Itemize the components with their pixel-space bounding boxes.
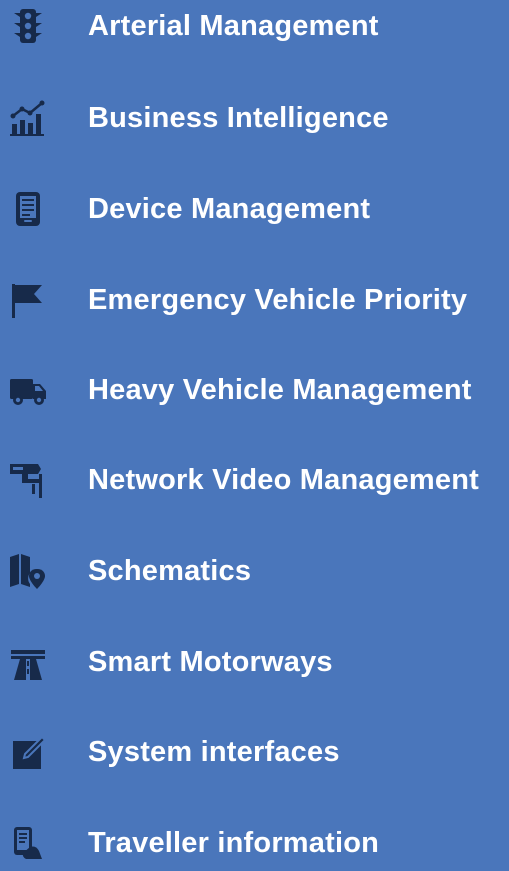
solutions-menu: Arterial Management Business Intelligenc… [0,0,509,866]
bar-chart-trend-icon [8,98,48,138]
menu-item-label: Arterial Management [88,10,379,42]
menu-item-network-video-management[interactable]: Network Video Management [0,452,509,508]
menu-item-business-intelligence[interactable]: Business Intelligence [0,90,509,146]
tablet-device-icon [8,189,48,229]
menu-item-label: Heavy Vehicle Management [88,374,472,406]
menu-item-label: Traveller information [88,827,380,859]
hand-device-icon [8,823,48,863]
menu-item-label: Business Intelligence [88,102,389,134]
edit-square-icon [8,732,48,772]
truck-icon [8,370,48,410]
security-camera-icon [8,460,48,500]
motorway-icon [8,642,48,682]
menu-item-smart-motorways[interactable]: Smart Motorways [0,634,509,690]
menu-item-device-management[interactable]: Device Management [0,181,509,237]
menu-item-arterial-management[interactable]: Arterial Management [0,0,509,54]
menu-item-label: Device Management [88,193,371,225]
menu-item-label: Smart Motorways [88,646,333,678]
menu-item-traveller-information[interactable]: Traveller information [0,815,509,871]
menu-item-schematics[interactable]: Schematics [0,543,509,599]
map-pin-icon [8,551,48,591]
menu-item-emergency-vehicle-priority[interactable]: Emergency Vehicle Priority [0,272,509,328]
menu-item-label: Network Video Management [88,464,480,496]
menu-item-label: System interfaces [88,736,340,768]
menu-item-heavy-vehicle-management[interactable]: Heavy Vehicle Management [0,362,509,418]
menu-item-label: Schematics [88,555,252,587]
flag-icon [8,280,48,320]
menu-item-label: Emergency Vehicle Priority [88,284,468,316]
menu-item-system-interfaces[interactable]: System interfaces [0,724,509,780]
traffic-light-icon [8,6,48,46]
